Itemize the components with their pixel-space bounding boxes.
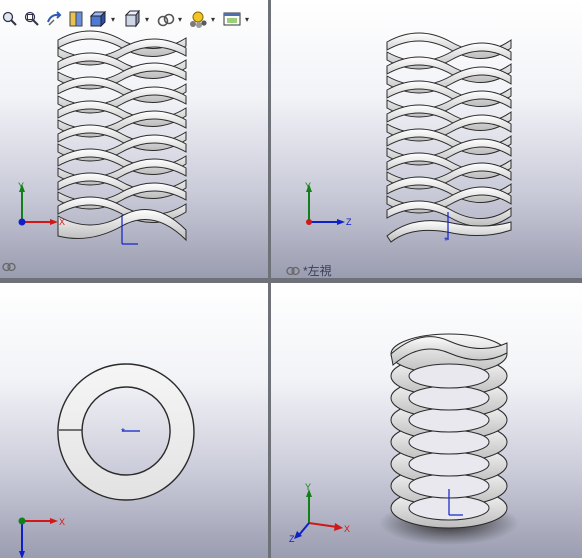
viewport-splitter-horizontal[interactable]	[0, 278, 582, 283]
triad-z-label: Z	[346, 217, 352, 227]
view-name-left: *左視	[303, 264, 332, 278]
triad-z-label: Z	[289, 534, 295, 543]
apply-scene-icon	[223, 12, 241, 26]
previous-view-icon	[47, 11, 62, 26]
wave-spring-left-view: *	[386, 32, 512, 247]
previous-view-button[interactable]	[44, 9, 64, 29]
triad-y-label: Y	[18, 181, 24, 191]
axis-triad-left: Y Z	[305, 181, 352, 227]
link-views-icon	[286, 266, 300, 275]
triad-x-label: X	[59, 517, 65, 527]
triad-x-label: X	[344, 524, 350, 534]
zoom-to-fit-icon	[2, 11, 17, 26]
edit-appearance-dropdown-icon[interactable]: ▾	[211, 15, 215, 24]
view-orientation-button[interactable]	[88, 9, 108, 29]
view-orientation-dropdown-icon[interactable]: ▾	[111, 15, 115, 24]
link-views-icon	[2, 262, 16, 272]
triad-x-label: X	[59, 217, 65, 227]
axis-triad-iso: Y X Z	[289, 483, 350, 543]
viewport-label-left: *左視	[286, 262, 332, 278]
section-view-button[interactable]	[66, 9, 86, 29]
axis-triad-front: Y X	[18, 181, 65, 227]
edit-appearance-icon	[190, 11, 207, 28]
viewport-top[interactable]: * X	[0, 283, 268, 558]
axis-triad-top: X	[18, 517, 65, 558]
view-orientation-icon	[89, 10, 107, 28]
viewport-label-front	[2, 262, 19, 272]
hide-show-dropdown-icon[interactable]: ▾	[178, 15, 182, 24]
display-style-dropdown-icon[interactable]: ▾	[145, 15, 149, 24]
wave-spring-front-view	[57, 30, 187, 245]
viewport-front[interactable]: Y X	[0, 0, 268, 278]
apply-scene-button[interactable]	[222, 9, 242, 29]
zoom-to-area-icon	[24, 11, 39, 26]
display-style-icon	[124, 10, 140, 28]
svg-text:*: *	[444, 236, 448, 247]
section-view-icon	[69, 11, 83, 27]
zoom-to-fit-button[interactable]	[0, 9, 20, 29]
viewport-isometric[interactable]: Y X Z	[271, 283, 582, 558]
hide-show-items-button[interactable]	[156, 9, 176, 29]
display-style-button[interactable]	[122, 9, 142, 29]
edit-appearance-button[interactable]	[188, 9, 208, 29]
heads-up-view-toolbar: ▾ ▾ ▾ ▾ ▾	[0, 0, 268, 36]
hide-show-items-icon	[157, 13, 175, 27]
triad-y-label: Y	[305, 181, 311, 191]
zoom-to-area-button[interactable]	[22, 9, 42, 29]
viewport-left[interactable]: * Y Z *左視	[271, 0, 582, 278]
triad-y-label: Y	[305, 483, 311, 492]
svg-text:*: *	[121, 427, 125, 438]
apply-scene-dropdown-icon[interactable]: ▾	[245, 15, 249, 24]
